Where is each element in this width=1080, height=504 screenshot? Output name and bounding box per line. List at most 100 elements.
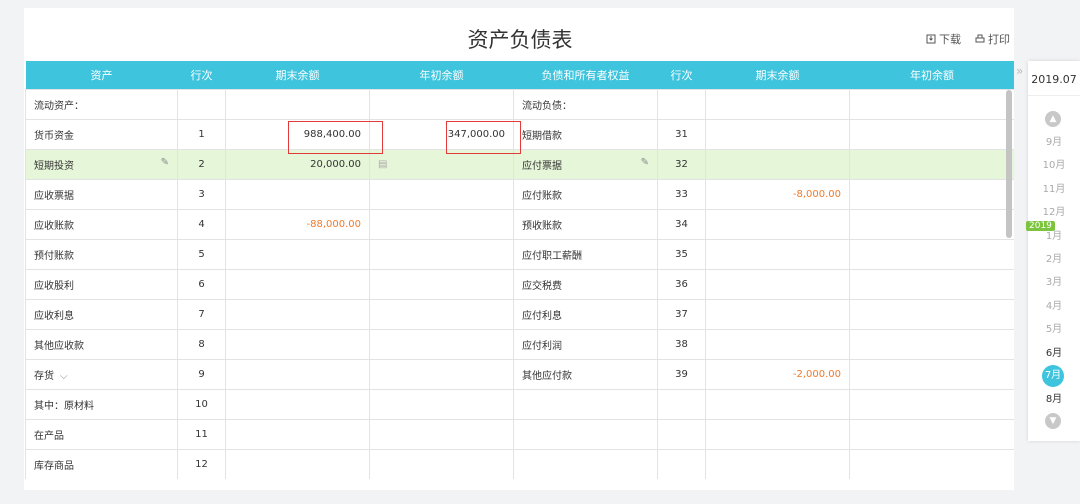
asset-name-cell: 应收利息 xyxy=(25,299,178,330)
print-button[interactable]: 打印 xyxy=(975,31,1010,47)
liability-begin-balance-cell[interactable] xyxy=(849,209,1014,240)
asset-row-no-cell xyxy=(177,89,226,120)
liability-begin-balance-cell[interactable] xyxy=(849,389,1014,420)
table-header-row: 资产 行次 期末余额 年初余额 负债和所有者权益 行次 期末余额 年初余额 xyxy=(25,61,1014,90)
table-scrollbar[interactable] xyxy=(1006,90,1012,238)
asset-end-balance-cell[interactable] xyxy=(225,389,370,420)
asset-end-balance-cell[interactable]: -88,000.00 xyxy=(225,209,370,240)
table-row[interactable]: 应收股利 6 应交税费 36 xyxy=(25,269,1014,300)
liability-begin-balance-cell[interactable] xyxy=(849,449,1014,479)
asset-begin-balance-cell[interactable] xyxy=(369,389,514,420)
table-row[interactable]: 其中：原材料 10 xyxy=(25,389,1014,420)
asset-begin-balance-cell[interactable] xyxy=(369,209,514,240)
asset-name-cell: 应收账款 xyxy=(25,209,178,240)
month-item[interactable]: 10月 xyxy=(1028,156,1080,171)
asset-begin-balance-cell[interactable] xyxy=(369,329,514,360)
liability-name-cell: 应付票据 ✎ xyxy=(513,149,658,180)
asset-name-cell: 应收股利 xyxy=(25,269,178,300)
table-row[interactable]: 库存商品 12 xyxy=(25,449,1014,479)
asset-begin-balance-cell[interactable] xyxy=(369,299,514,330)
current-month[interactable]: 7月 xyxy=(1042,365,1064,387)
asset-end-balance-cell[interactable] xyxy=(225,89,370,120)
liability-begin-balance-cell[interactable] xyxy=(849,359,1014,390)
asset-end-balance-cell[interactable] xyxy=(225,179,370,210)
asset-end-balance-cell[interactable] xyxy=(225,359,370,390)
liability-row-no-cell xyxy=(657,89,706,120)
table-row[interactable]: 预付账款 5 应付职工薪酬 35 xyxy=(25,239,1014,270)
month-item[interactable]: 2月 xyxy=(1028,250,1080,265)
highlight-box-end-balance xyxy=(288,121,383,154)
liability-end-balance-cell[interactable] xyxy=(705,119,850,150)
month-item[interactable]: 3月 xyxy=(1028,273,1080,288)
asset-name-cell: 短期投资 ✎ xyxy=(25,149,178,180)
asset-end-balance-cell[interactable] xyxy=(225,239,370,270)
month-item[interactable]: 9月 xyxy=(1028,133,1080,148)
expand-arrow-icon[interactable]: » xyxy=(1016,64,1023,78)
document-icon[interactable]: ▤ xyxy=(378,159,387,170)
asset-end-balance-cell[interactable] xyxy=(225,299,370,330)
liability-end-balance-cell[interactable] xyxy=(705,449,850,479)
liability-begin-balance-cell[interactable] xyxy=(849,89,1014,120)
month-item[interactable]: 6月 xyxy=(1028,344,1080,359)
asset-begin-balance-cell[interactable] xyxy=(369,89,514,120)
liability-begin-balance-cell[interactable] xyxy=(849,269,1014,300)
liability-begin-balance-cell[interactable] xyxy=(849,119,1014,150)
asset-begin-balance-cell[interactable]: ▤ xyxy=(369,149,514,180)
edit-icon[interactable]: ✎ xyxy=(161,157,169,168)
header-end-balance: 期末余额 xyxy=(225,61,370,90)
table-row[interactable]: 应收账款 4 -88,000.00 预收账款 34 xyxy=(25,209,1014,240)
liability-end-balance-cell[interactable] xyxy=(705,299,850,330)
asset-end-balance-cell[interactable] xyxy=(225,269,370,300)
asset-begin-balance-cell[interactable] xyxy=(369,419,514,450)
asset-begin-balance-cell[interactable] xyxy=(369,239,514,270)
table-row[interactable]: 应收利息 7 应付利息 37 xyxy=(25,299,1014,330)
scroll-up-icon[interactable]: ▲ xyxy=(1045,111,1061,127)
scroll-down-icon[interactable]: ▼ xyxy=(1045,413,1061,429)
liability-row-no-cell: 32 xyxy=(657,149,706,180)
liability-name-cell: 应付利润 xyxy=(513,329,658,360)
liability-name-cell xyxy=(513,389,658,420)
liability-end-balance-cell[interactable] xyxy=(705,209,850,240)
liability-begin-balance-cell[interactable] xyxy=(849,149,1014,180)
month-item[interactable]: 4月 xyxy=(1028,297,1080,312)
chevron-down-icon[interactable]: ⌵ xyxy=(60,371,68,382)
liability-row-no-cell xyxy=(657,449,706,479)
table-row[interactable]: 在产品 11 xyxy=(25,419,1014,450)
month-item[interactable]: 8月 xyxy=(1028,390,1080,405)
liability-end-balance-cell[interactable] xyxy=(705,239,850,270)
liability-end-balance-cell[interactable] xyxy=(705,389,850,420)
liability-end-balance-cell[interactable]: -8,000.00 xyxy=(705,179,850,210)
liability-begin-balance-cell[interactable] xyxy=(849,329,1014,360)
liability-end-balance-cell[interactable] xyxy=(705,269,850,300)
liability-end-balance-cell[interactable] xyxy=(705,419,850,450)
asset-name-cell: 流动资产： xyxy=(25,89,178,120)
download-button[interactable]: 下载 xyxy=(926,31,961,47)
asset-end-balance-cell[interactable]: 20,000.00 xyxy=(225,149,370,180)
asset-begin-balance-cell[interactable] xyxy=(369,359,514,390)
liability-name-cell: 应付利息 xyxy=(513,299,658,330)
asset-begin-balance-cell[interactable] xyxy=(369,269,514,300)
liability-begin-balance-cell[interactable] xyxy=(849,179,1014,210)
asset-end-balance-cell[interactable] xyxy=(225,329,370,360)
asset-begin-balance-cell[interactable] xyxy=(369,179,514,210)
liability-end-balance-cell[interactable] xyxy=(705,89,850,120)
liability-end-balance-cell[interactable] xyxy=(705,329,850,360)
table-row[interactable]: 存货 ⌵ 9 其他应付款 39 -2,000.00 xyxy=(25,359,1014,390)
month-item[interactable]: 5月 xyxy=(1028,320,1080,335)
month-item[interactable]: 12月 xyxy=(1028,203,1080,218)
liability-begin-balance-cell[interactable] xyxy=(849,419,1014,450)
edit-icon[interactable]: ✎ xyxy=(641,157,649,168)
table-row[interactable]: 短期投资 ✎ 2 20,000.00 ▤ 应付票据 ✎ 32 xyxy=(25,149,1014,180)
liability-end-balance-cell[interactable] xyxy=(705,149,850,180)
liability-end-balance-cell[interactable]: -2,000.00 xyxy=(705,359,850,390)
download-label: 下载 xyxy=(939,33,961,46)
asset-end-balance-cell[interactable] xyxy=(225,449,370,479)
asset-end-balance-cell[interactable] xyxy=(225,419,370,450)
liability-begin-balance-cell[interactable] xyxy=(849,299,1014,330)
table-row[interactable]: 应收票据 3 应付账款 33 -8,000.00 xyxy=(25,179,1014,210)
asset-begin-balance-cell[interactable] xyxy=(369,449,514,479)
table-row[interactable]: 其他应收款 8 应付利润 38 xyxy=(25,329,1014,360)
table-row[interactable]: 流动资产： 流动负债： xyxy=(25,89,1014,120)
month-item[interactable]: 11月 xyxy=(1028,180,1080,195)
liability-begin-balance-cell[interactable] xyxy=(849,239,1014,270)
